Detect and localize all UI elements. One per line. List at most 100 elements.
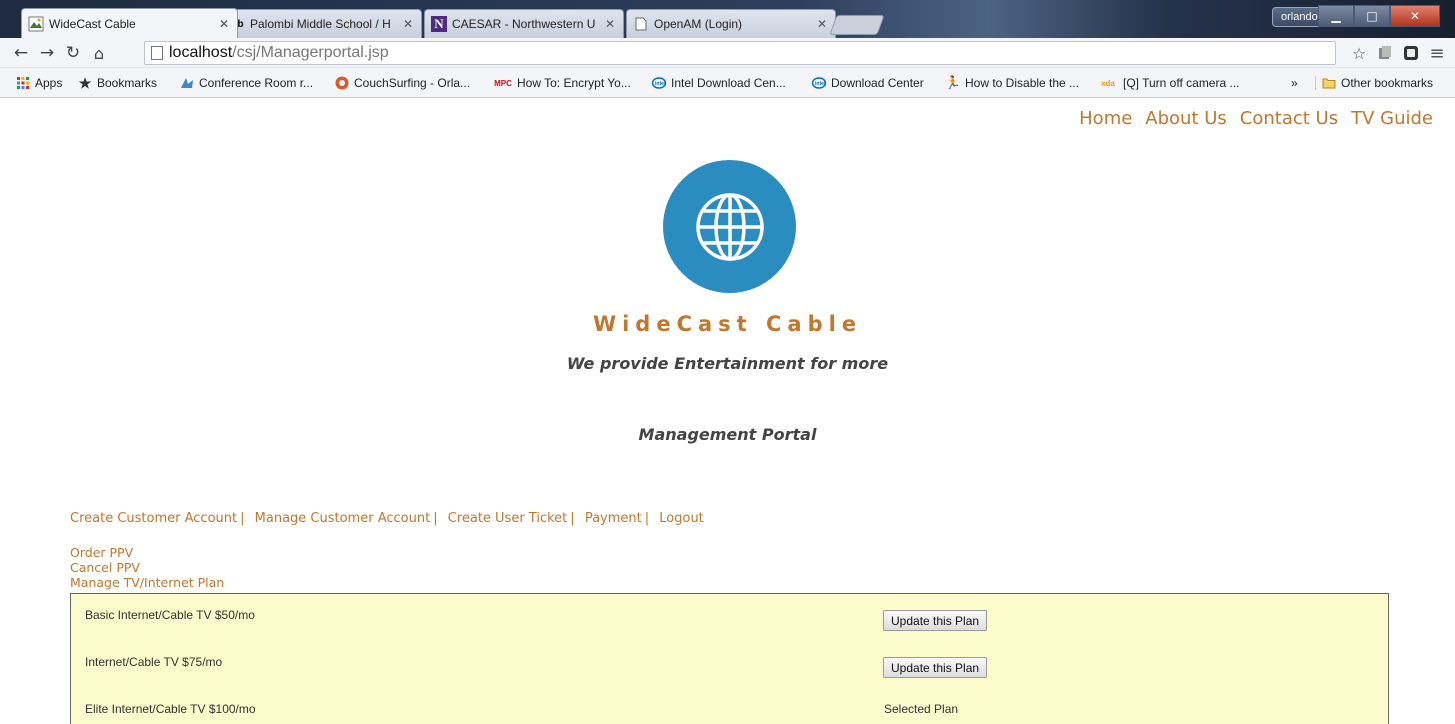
tab-widecast[interactable]: WideCast Cable ✕ [21, 8, 238, 38]
folder-icon [1322, 76, 1336, 90]
bookmark-label: Download Center [831, 76, 924, 90]
new-tab-button[interactable] [829, 15, 885, 35]
plans-panel: Basic Internet/Cable TV $50/mo Update th… [70, 593, 1389, 724]
apps-grid-icon [16, 76, 30, 90]
tab-title: OpenAM (Login) [654, 17, 743, 31]
plan-row: Elite Internet/Cable TV $100/mo Selected… [71, 688, 1388, 724]
top-navigation: Home About Us Contact Us TV Guide [1079, 108, 1433, 129]
update-plan-button[interactable]: Update this Plan [883, 657, 988, 678]
bookmarks-bar: Apps ★ Bookmarks Conference Room r... Co… [0, 68, 1455, 98]
bookmark-encrypt[interactable]: MPC How To: Encrypt Yo... [494, 76, 631, 90]
close-tab-icon[interactable]: ✕ [219, 17, 231, 31]
create-user-ticket-link[interactable]: Create User Ticket [448, 511, 568, 526]
update-plan-button[interactable]: Update this Plan [883, 610, 988, 631]
cancel-ppv-link[interactable]: Cancel PPV [70, 560, 224, 575]
globe-logo-icon [663, 160, 796, 293]
window-controls: ▁ □ ✕ [1318, 5, 1440, 27]
bookmarks-overflow-button[interactable]: » [1291, 76, 1298, 90]
bookmark-label: Other bookmarks [1341, 76, 1434, 90]
address-bar[interactable]: localhost/csj/Managerportal.jsp [144, 41, 1336, 65]
tab-title: WideCast Cable [49, 16, 136, 31]
pocket-icon[interactable] [1400, 42, 1422, 64]
browser-toolbar: ← → ↻ ⌂ localhost/csj/Managerportal.jsp … [0, 38, 1455, 68]
order-ppv-link[interactable]: Order PPV [70, 545, 224, 560]
xda-icon: xda [1101, 78, 1115, 88]
bookmark-label: Bookmarks [97, 76, 158, 90]
bookmark-disable[interactable]: 🏃 How to Disable the ... [944, 75, 1080, 90]
nav-tvguide-link[interactable]: TV Guide [1351, 108, 1433, 129]
url-path: /csj/Managerportal.jsp [232, 44, 389, 61]
bookmark-label: How to Disable the ... [965, 76, 1080, 90]
bookmark-download-center[interactable]: intel Download Center [812, 76, 924, 90]
brand-name: WideCast Cable [592, 312, 863, 336]
page-icon [151, 46, 163, 60]
manage-customer-account-link[interactable]: Manage Customer Account [255, 511, 431, 526]
plan-row: Internet/Cable TV $75/mo Update this Pla… [71, 641, 1388, 681]
bookmark-other[interactable]: Other bookmarks [1315, 76, 1433, 90]
menu-icon[interactable]: ≡ [1426, 42, 1448, 64]
mpc-icon: MPC [494, 78, 512, 88]
intel-icon: intel [652, 76, 666, 90]
svg-text:intel: intel [655, 81, 666, 87]
plan-row: Basic Internet/Cable TV $50/mo Update th… [71, 594, 1388, 634]
minimize-icon[interactable]: ▁ [1318, 5, 1354, 27]
payment-link[interactable]: Payment [585, 511, 642, 526]
separator: | [570, 511, 575, 526]
tab-title: CAESAR - Northwestern U [452, 17, 596, 31]
back-icon[interactable]: ← [10, 42, 32, 64]
separator: | [433, 511, 438, 526]
star-filled-icon: ★ [78, 74, 92, 91]
bookmark-label: Apps [35, 76, 63, 90]
plan-name: Internet/Cable TV $75/mo [85, 655, 223, 669]
widecast-favicon-icon [28, 16, 44, 32]
browser-chrome: WideCast Cable ✕ Bb Palombi Middle Schoo… [0, 0, 1455, 98]
extension-icon[interactable] [1374, 42, 1396, 64]
manage-plan-link[interactable]: Manage TV/Internet Plan [70, 575, 224, 590]
forward-icon[interactable]: → [36, 42, 58, 64]
bookmark-label: Conference Room r... [199, 76, 314, 90]
page-title: Management Portal [638, 425, 817, 444]
close-tab-icon[interactable]: ✕ [403, 17, 415, 31]
title-bar: WideCast Cable ✕ Bb Palombi Middle Schoo… [0, 0, 1455, 38]
conference-room-icon [180, 76, 194, 90]
close-window-icon[interactable]: ✕ [1390, 5, 1440, 27]
bookmark-label: How To: Encrypt Yo... [517, 76, 631, 90]
bookmark-bookmarks[interactable]: ★ Bookmarks [78, 74, 158, 91]
tab-openam[interactable]: OpenAM (Login) ✕ [626, 9, 836, 38]
bookmark-label: Intel Download Cen... [671, 76, 786, 90]
tab-caesar[interactable]: N CAESAR - Northwestern U ✕ [424, 9, 624, 38]
tab-palombi[interactable]: Bb Palombi Middle School / H ✕ [222, 9, 422, 38]
reload-icon[interactable]: ↻ [62, 42, 84, 64]
portal-sublinks: Order PPV Cancel PPV Manage TV/Internet … [70, 545, 224, 590]
bookmark-label: CouchSurfing - Orla... [354, 76, 471, 90]
bookmark-xda[interactable]: xda [Q] Turn off camera ... [1098, 76, 1239, 90]
nav-about-link[interactable]: About Us [1145, 108, 1227, 129]
create-customer-account-link[interactable]: Create Customer Account [70, 511, 237, 526]
runner-icon: 🏃 [944, 75, 962, 90]
portal-actions: Create Customer Account | Manage Customer… [70, 511, 704, 526]
maximize-icon[interactable]: □ [1354, 5, 1390, 27]
close-tab-icon[interactable]: ✕ [817, 17, 829, 31]
plan-name: Elite Internet/Cable TV $100/mo [85, 702, 256, 716]
nav-contact-link[interactable]: Contact Us [1240, 108, 1338, 129]
separator: | [240, 511, 245, 526]
separator: | [644, 511, 650, 526]
selected-plan-status: Selected Plan [884, 702, 959, 716]
svg-text:intel: intel [815, 81, 826, 87]
star-icon[interactable]: ☆ [1348, 42, 1370, 64]
close-tab-icon[interactable]: ✕ [605, 17, 617, 31]
nav-home-link[interactable]: Home [1079, 108, 1132, 129]
northwestern-favicon-icon: N [431, 16, 447, 32]
plan-name: Basic Internet/Cable TV $50/mo [85, 608, 255, 622]
logout-link[interactable]: Logout [659, 511, 704, 526]
bookmark-apps[interactable]: Apps [16, 76, 62, 90]
bookmark-intel-download[interactable]: intel Intel Download Cen... [652, 76, 786, 90]
tab-title: Palombi Middle School / H [250, 17, 391, 31]
couchsurfing-icon [335, 76, 349, 90]
url-host: localhost [169, 44, 233, 61]
page-icon [633, 16, 649, 32]
bookmark-couchsurfing[interactable]: CouchSurfing - Orla... [335, 76, 470, 90]
bookmark-conference-room[interactable]: Conference Room r... [180, 76, 313, 90]
brand-tagline: We provide Entertainment for more [566, 354, 889, 373]
home-icon[interactable]: ⌂ [88, 42, 110, 64]
